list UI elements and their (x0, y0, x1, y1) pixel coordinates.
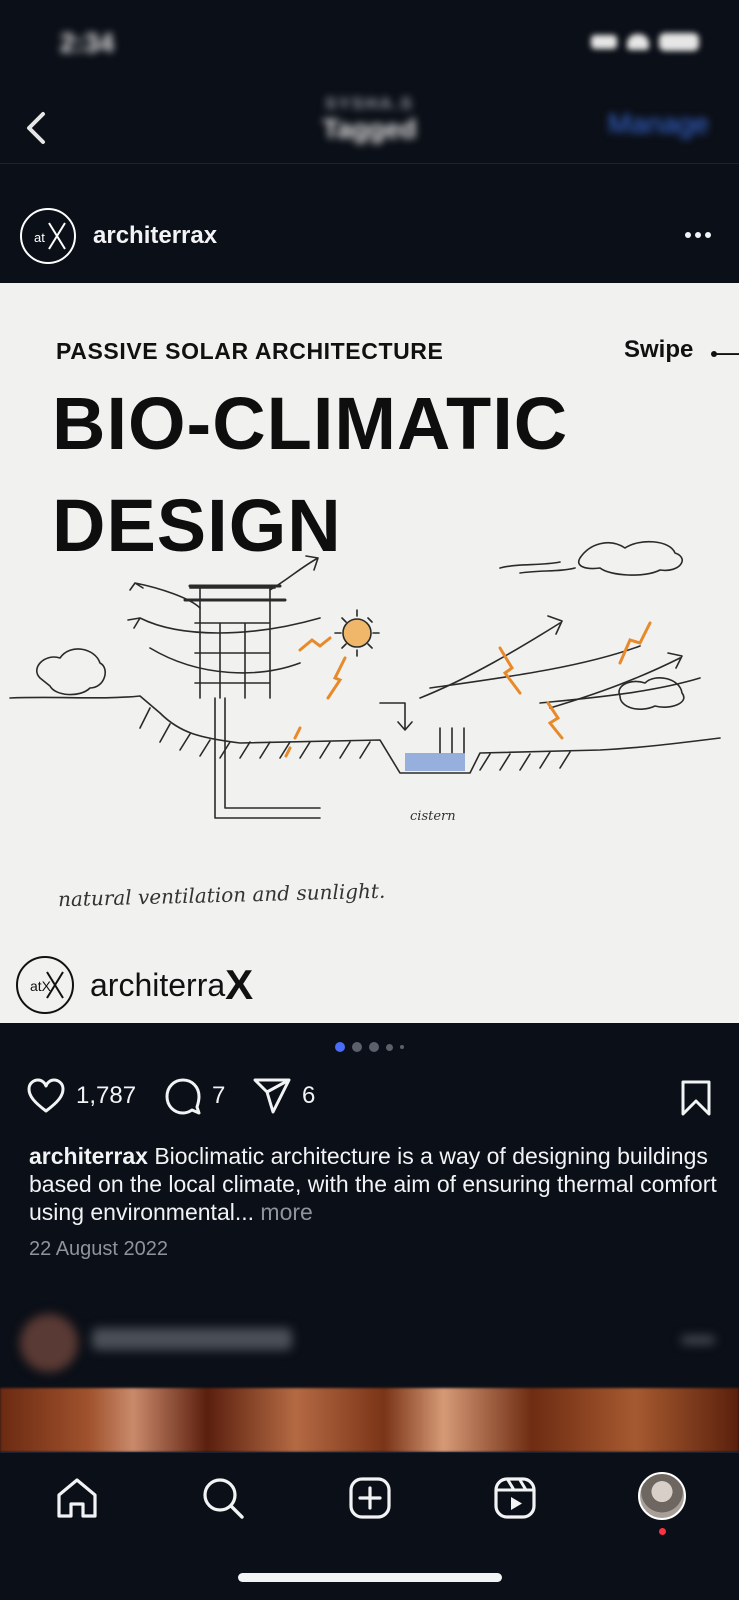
tab-home[interactable] (54, 1475, 100, 1521)
next-post-header (0, 1310, 739, 1374)
post-avatar[interactable]: at (20, 208, 76, 264)
post-username[interactable]: architerrax (93, 222, 217, 250)
tab-profile-avatar[interactable] (638, 1472, 686, 1520)
manage-button[interactable]: Manage (608, 108, 709, 140)
like-count[interactable]: 1,787 (76, 1082, 136, 1110)
brand-logo-text: atX (30, 978, 52, 994)
brand-watermark: atX architerra X (16, 955, 253, 1015)
heart-icon[interactable] (26, 1077, 66, 1115)
system-icons (591, 33, 699, 51)
home-icon (57, 1478, 97, 1518)
brand-logo-icon: atX (16, 956, 74, 1014)
signal-icon (591, 35, 617, 49)
profile-notification-dot (659, 1528, 666, 1535)
image-title-line1: BIO-CLIMATIC (52, 382, 569, 465)
share-action: 6 (252, 1077, 315, 1115)
sketch-label: cistern (410, 809, 456, 824)
image-kicker: PASSIVE SOLAR ARCHITECTURE (56, 338, 444, 364)
create-icon (349, 1477, 391, 1519)
status-time: 2:34 (60, 28, 115, 58)
carousel-dot (400, 1045, 404, 1049)
save-button[interactable] (679, 1079, 713, 1122)
next-post-image[interactable] (0, 1388, 739, 1452)
bookmark-icon (681, 1080, 711, 1116)
carousel-indicator (0, 1042, 739, 1052)
carousel-dot (352, 1042, 362, 1052)
share-count: 6 (302, 1082, 316, 1109)
post-options-button[interactable] (683, 225, 713, 245)
comment-icon[interactable] (164, 1077, 202, 1115)
brand-mark-icon: atX (30, 971, 64, 999)
comment-action: 7 (164, 1077, 225, 1115)
home-indicator (238, 1573, 502, 1582)
tab-create[interactable] (347, 1475, 393, 1521)
post-caption: architerrax Bioclimatic architecture is … (29, 1142, 719, 1226)
post-header: at architerrax (0, 205, 739, 269)
post-image[interactable]: PASSIVE SOLAR ARCHITECTURE Swipe BIO-CLI… (0, 283, 739, 1023)
like-action: 1,787 (26, 1077, 136, 1115)
share-icon[interactable] (252, 1077, 292, 1115)
reels-icon (494, 1477, 536, 1519)
more-icon (685, 232, 711, 238)
svg-text:at: at (34, 230, 45, 245)
tab-reels[interactable] (492, 1475, 538, 1521)
carousel-dot (369, 1042, 379, 1052)
post-actions: 1,787 7 6 (0, 1077, 739, 1121)
wifi-icon (627, 34, 649, 50)
search-icon (203, 1478, 244, 1519)
status-bar: 2:34 (0, 0, 739, 90)
swipe-arrow-icon (711, 351, 739, 357)
next-post-username[interactable] (92, 1328, 292, 1350)
next-post-avatar[interactable] (20, 1314, 78, 1372)
carousel-dot (386, 1043, 393, 1051)
top-nav: SYSHA.S Tagged Manage (0, 90, 739, 164)
swipe-label: Swipe (624, 336, 694, 363)
brand-name: architerra (90, 966, 226, 1003)
brand-x: X (225, 961, 254, 1008)
next-post-options-button[interactable] (681, 1336, 715, 1344)
caption-username[interactable]: architerrax (29, 1143, 148, 1169)
post-date: 22 August 2022 (29, 1238, 169, 1260)
carousel-dot (335, 1042, 345, 1052)
architerrax-logo-icon: at (34, 222, 66, 250)
comment-count: 7 (212, 1082, 226, 1109)
battery-icon (659, 33, 699, 51)
bioclimatic-sketch: cistern (9, 540, 721, 824)
tab-search[interactable] (200, 1475, 246, 1521)
caption-more-link[interactable]: more (260, 1199, 312, 1225)
